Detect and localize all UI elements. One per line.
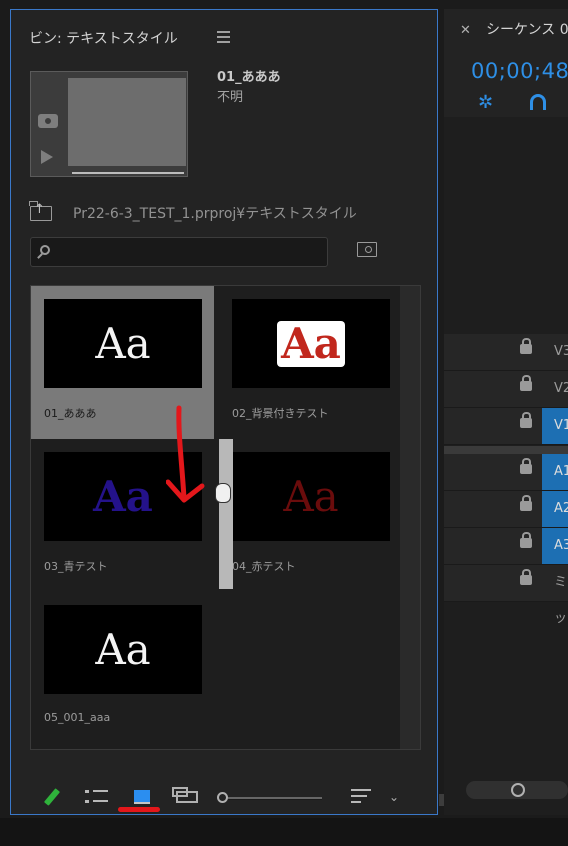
track-header[interactable]: A2 (444, 491, 568, 528)
panel-menu-icon[interactable] (217, 31, 230, 46)
clip-preview-thumbnail[interactable] (30, 71, 188, 177)
chevron-down-icon[interactable]: ⌄ (385, 782, 403, 812)
track-name[interactable]: ミッ (542, 565, 568, 626)
track-header[interactable]: A3 (444, 528, 568, 565)
item-label: 03_青テスト (44, 560, 108, 573)
annotation-arrow (166, 405, 205, 503)
item-label: 02_背景付きテスト (232, 407, 329, 420)
item-thumbnail: Aa (44, 299, 202, 388)
magnet-icon[interactable] (530, 94, 546, 110)
zoom-slider-track[interactable] (228, 797, 322, 800)
find-icon[interactable] (357, 242, 377, 257)
sequence-tab-title[interactable]: シーケンス 0 (486, 19, 568, 39)
grid-scrollbar[interactable] (219, 439, 233, 589)
timecode-display[interactable]: 00;00;48; (471, 59, 568, 83)
grid-scroll-track[interactable] (400, 286, 420, 749)
bin-icon-grid: Aa 01_あああ Aa 02_背景付きテスト Aa 03_青テスト Aa 04… (30, 285, 421, 750)
camera-icon[interactable] (38, 114, 58, 128)
status-strip (0, 818, 568, 846)
preview-clip-status: 不明 (217, 90, 244, 105)
track-name[interactable]: V2 (542, 371, 568, 407)
item-thumbnail: Aa (232, 299, 390, 388)
bin-item[interactable]: Aa 05_001_aaa (31, 592, 214, 745)
track-name[interactable]: V1 (542, 408, 568, 444)
thumbnail-text: Aa (95, 318, 151, 368)
snap-icon[interactable]: ✲ (478, 93, 498, 113)
track-header[interactable]: A1 (444, 454, 568, 491)
pencil-icon[interactable] (41, 782, 63, 812)
track-header[interactable]: V2 (444, 371, 568, 408)
preview-scrub-bar[interactable] (72, 172, 184, 174)
track-headers: V3 V2 V1 A1 A2 A3 ミッ (444, 334, 568, 626)
thumbnail-text: Aa (95, 624, 151, 674)
track-header[interactable]: V3 (444, 334, 568, 371)
list-view-icon[interactable] (83, 782, 111, 812)
preview-clip-name: 01_あああ (217, 70, 281, 85)
zoom-slider-knob[interactable] (217, 792, 228, 803)
track-name[interactable]: A3 (542, 528, 568, 564)
search-icon (40, 245, 50, 255)
thumbnail-text: Aa (283, 471, 339, 521)
track-name[interactable]: A2 (542, 491, 568, 527)
hand-cursor-icon (215, 483, 231, 503)
panel-title[interactable]: ビン: テキストスタイル (29, 28, 178, 48)
item-label: 05_001_aaa (44, 711, 111, 724)
lock-icon[interactable] (520, 375, 532, 391)
close-icon[interactable]: ✕ (460, 23, 471, 38)
bin-item[interactable]: Aa 02_背景付きテスト (219, 286, 402, 439)
lock-icon[interactable] (520, 458, 532, 474)
track-header[interactable]: ミッ (444, 565, 568, 626)
bin-path: Pr22-6-3_TEST_1.prproj¥テキストスタイル (73, 206, 357, 222)
lock-icon[interactable] (520, 338, 532, 354)
search-input[interactable] (30, 237, 328, 267)
thumbnail-text: Aa (277, 320, 345, 367)
sort-icon[interactable] (349, 782, 373, 812)
item-thumbnail: Aa (232, 452, 390, 541)
track-divider[interactable] (444, 446, 568, 454)
parent-folder-icon[interactable] (29, 201, 52, 221)
thumbnail-text: Aa (93, 471, 153, 521)
track-header[interactable]: V1 (444, 408, 568, 445)
lock-icon[interactable] (520, 495, 532, 511)
lock-icon[interactable] (520, 532, 532, 548)
bin-item[interactable]: Aa 04_赤テスト (219, 439, 402, 592)
item-label: 01_あああ (44, 407, 97, 420)
timeline-zoom-scrollbar[interactable] (466, 781, 568, 799)
lock-icon[interactable] (520, 569, 532, 585)
item-thumbnail: Aa (44, 605, 202, 694)
track-name[interactable]: A1 (542, 454, 568, 490)
bin-toolbar: ⌄ (21, 782, 449, 818)
sequence-header: ✕ シーケンス 0 00;00;48; ✲ (444, 9, 568, 117)
annotation-underline (118, 807, 160, 812)
item-label: 04_赤テスト (232, 560, 296, 573)
track-name[interactable]: V3 (542, 334, 568, 370)
lock-icon[interactable] (520, 412, 532, 428)
sequence-panel: ✕ シーケンス 0 00;00;48; ✲ V3 V2 V1 A1 A2 A3 … (444, 9, 568, 815)
bin-panel: ビン: テキストスタイル 01_あああ 不明 Pr22-6-3_TEST_1.p… (10, 9, 446, 815)
zoom-slider[interactable] (217, 792, 325, 804)
timeline-zoom-knob[interactable] (511, 783, 525, 797)
freeform-view-icon[interactable] (171, 782, 203, 812)
play-icon[interactable] (41, 150, 53, 164)
preview-frame (68, 78, 186, 166)
